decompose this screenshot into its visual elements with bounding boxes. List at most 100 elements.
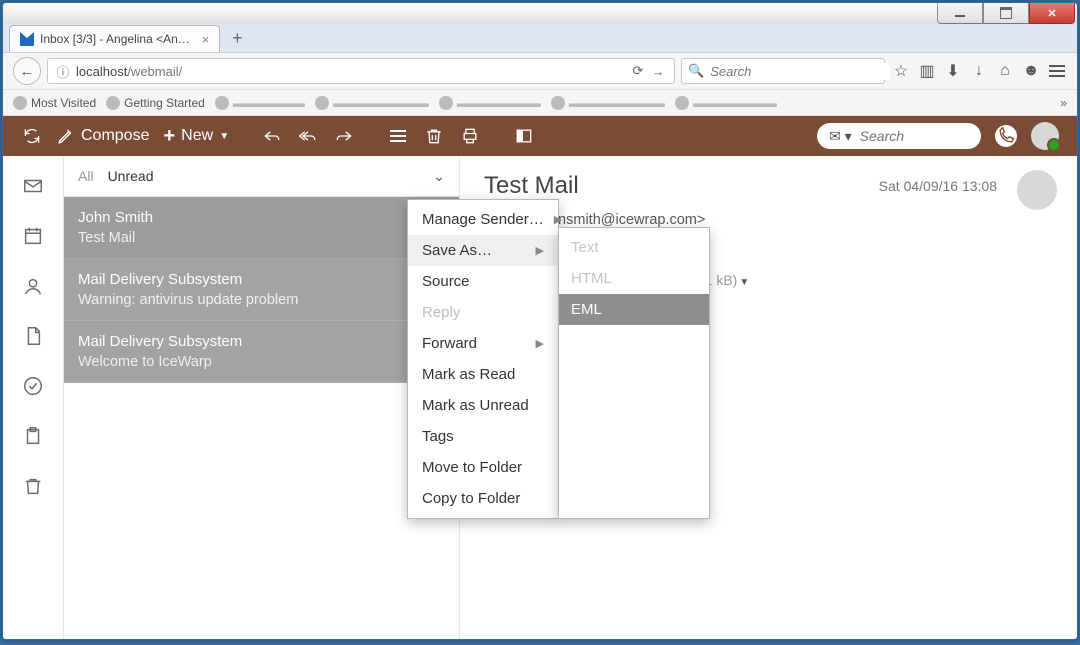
menu-item[interactable]: Copy to Folder [408,483,558,514]
mail-date: Sat 04/09/16 13:08 [879,178,997,194]
menu-item[interactable]: Source [408,266,558,297]
browser-menu-button[interactable] [1047,61,1067,81]
list-filter-bar: All Unread ⌄ [64,156,459,197]
browser-tab-title: Inbox [3/3] - Angelina <An… [40,32,190,46]
globe-icon [13,96,27,110]
browser-tab-active[interactable]: Inbox [3/3] - Angelina <An… × [9,25,220,52]
rail-calendar-icon[interactable] [21,224,45,248]
browser-search-box[interactable]: 🔍 [681,58,885,84]
saveas-submenu: TextHTMLEML [558,227,710,519]
menu-item[interactable]: Mark as Read [408,359,558,390]
bookmark-item[interactable]: Most Visited [13,96,96,110]
app-toolbar: Compose + New ▼ [3,116,1077,156]
filter-all[interactable]: All [78,168,94,184]
reply-icon[interactable] [261,125,283,147]
window-minimize-button[interactable] [937,3,983,24]
browser-tabstrip: Inbox [3/3] - Angelina <An… × + [3,24,1077,52]
bookmarks-toolbar: Most Visited Getting Started ▬▬▬▬▬▬ ▬▬▬▬… [3,89,1077,116]
app-search-input[interactable] [858,127,952,145]
message-item[interactable]: Mail Delivery Subsystem Welcome to IceWar… [64,321,459,383]
back-button[interactable]: ← [13,57,41,85]
message-list-pane: All Unread ⌄ John SmithTest MailMail Del… [64,156,460,639]
user-avatar[interactable] [1031,122,1059,150]
phone-icon[interactable] [995,125,1017,147]
os-titlebar [3,3,1077,24]
bookmark-item[interactable]: ▬▬▬▬▬▬▬ [439,96,541,110]
go-icon[interactable]: → [648,64,668,79]
menu-item[interactable]: Manage Sender…▶ [408,204,558,235]
bookmark-item[interactable]: ▬▬▬▬▬▬▬ [675,96,777,110]
compose-label: Compose [81,127,149,145]
bookmark-item[interactable]: ▬▬▬▬▬▬▬▬ [551,96,665,110]
browser-window: Inbox [3/3] - Angelina <An… × + ← ⓘ loca… [2,2,1078,640]
rail-notes-icon[interactable] [21,324,45,348]
message-item[interactable]: John SmithTest Mail [64,197,459,259]
browser-search-input[interactable] [708,63,890,80]
bookmark-item[interactable]: Getting Started [106,96,205,110]
site-identity-icon[interactable]: ⓘ [54,62,72,80]
delete-icon[interactable] [423,125,445,147]
context-menus: Manage Sender…▶Save As…▶SourceReplyForwa… [407,199,710,519]
menu-item[interactable]: Tags [408,421,558,452]
new-tab-button[interactable]: + [226,27,248,49]
window-maximize-button[interactable] [983,3,1029,24]
rail-mail-icon[interactable] [21,174,45,198]
chevron-down-icon: ▼ [219,131,229,142]
sender-avatar[interactable] [1017,170,1057,210]
home-icon[interactable]: ⌂ [995,61,1015,81]
new-label: New [181,127,213,145]
app-search[interactable]: ✉ ▾ [817,123,981,149]
filter-unread[interactable]: Unread [108,168,154,184]
menu-icon[interactable] [387,125,409,147]
print-icon[interactable] [459,125,481,147]
menu-item[interactable]: Save As…▶ [408,235,558,266]
bookmark-star-icon[interactable]: ☆ [891,61,911,81]
message-list: John SmithTest MailMail Delivery Subsyst… [64,197,459,639]
refresh-icon[interactable]: ⟳ [628,63,648,79]
rail-trash-icon[interactable] [21,474,45,498]
globe-icon [439,96,453,110]
bookmarks-overflow-icon[interactable]: » [1060,96,1067,110]
submenu-item[interactable]: EML [559,294,709,325]
url-host: localhost [76,64,127,79]
rail-clipboard-icon[interactable] [21,424,45,448]
tab-close-icon[interactable]: × [202,32,210,47]
globe-icon [106,96,120,110]
nav-rail [3,156,64,639]
menu-item[interactable]: Move to Folder [408,452,558,483]
reply-all-icon[interactable] [297,125,319,147]
compose-button[interactable]: Compose [57,127,149,145]
panel-toggle-icon[interactable] [513,125,535,147]
sync-icon[interactable] [21,125,43,147]
new-button[interactable]: + New ▼ [163,125,229,148]
magnifier-icon: 🔍 [688,63,704,79]
globe-icon [551,96,565,110]
message-from: John Smith [78,209,445,226]
hamburger-icon [1049,65,1065,77]
menu-item[interactable]: Forward▶ [408,328,558,359]
address-bar[interactable]: ⓘ localhost/webmail/ ⟳ → [47,58,675,84]
menu-item: Reply [408,297,558,328]
message-subject: Welcome to IceWarp [78,354,445,370]
library-icon[interactable]: ▥ [917,61,937,81]
chat-icon[interactable]: ☻ [1021,61,1041,81]
bookmark-item[interactable]: ▬▬▬▬▬▬ [215,96,305,110]
pocket-icon[interactable]: ⬇︎ [943,61,963,81]
menu-item[interactable]: Mark as Unread [408,390,558,421]
submenu-arrow-icon: ▶ [554,213,562,226]
window-close-button[interactable] [1029,3,1075,24]
message-subject: Warning: antivirus update problem [78,292,445,308]
window-caption-buttons [937,3,1075,24]
rail-tasks-icon[interactable] [21,374,45,398]
rail-contacts-icon[interactable] [21,274,45,298]
bookmark-item[interactable]: ▬▬▬▬▬▬▬▬ [315,96,429,110]
forward-icon[interactable] [333,125,355,147]
filter-dropdown-icon[interactable]: ⌄ [433,168,445,185]
message-from: Mail Delivery Subsystem [78,333,445,350]
url-path: /webmail/ [127,64,182,79]
downloads-icon[interactable]: ↓ [969,61,989,81]
message-item[interactable]: Mail Delivery Subsystem Warning: antiviru… [64,259,459,321]
search-scope-icon[interactable]: ✉ ▾ [829,128,852,145]
submenu-item: HTML [559,263,709,294]
message-from: Mail Delivery Subsystem [78,271,445,288]
